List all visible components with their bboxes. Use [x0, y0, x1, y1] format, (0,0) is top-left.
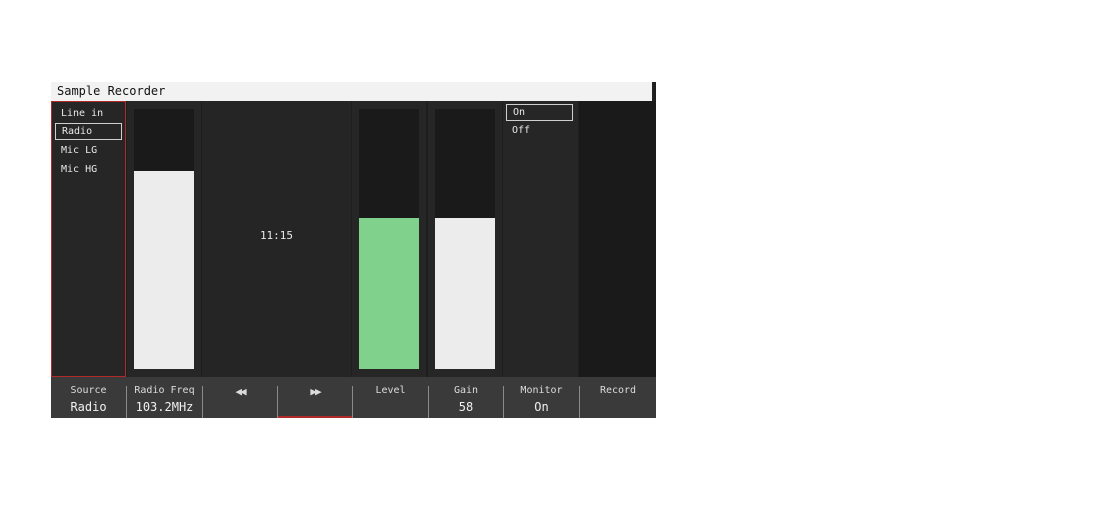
- gain-slider[interactable]: [435, 109, 495, 369]
- fast-forward-icon: ▶▶: [310, 385, 321, 398]
- level-button-value: [353, 400, 428, 414]
- source-option-line-in[interactable]: Line in: [55, 105, 122, 122]
- gain-slider-fill: [435, 218, 495, 369]
- record-button-value: [580, 400, 656, 414]
- fast-forward-button[interactable]: ▶▶: [278, 377, 352, 418]
- level-button[interactable]: Level: [353, 377, 428, 418]
- active-indicator: [278, 416, 352, 418]
- gain-button-value: 58: [458, 400, 474, 414]
- level-button-label: Level: [375, 385, 406, 396]
- monitor-option-on[interactable]: On: [506, 104, 573, 121]
- level-meter-fill: [359, 218, 419, 369]
- monitor-button-label: Monitor: [520, 385, 563, 396]
- rewind-icon: ◀◀: [235, 385, 246, 398]
- gain-button-label: Gain: [453, 385, 479, 396]
- record-button-label: Record: [599, 385, 637, 396]
- radio-freq-slider-fill: [134, 171, 194, 369]
- radio-freq-panel: [127, 101, 201, 377]
- bottom-toolbar: Source Radio Radio Freq 103.2MHz ◀◀ ▶▶ L…: [51, 377, 656, 418]
- recorder-window: Sample Recorder Line in Radio Mic LG Mic…: [51, 82, 656, 418]
- monitor-button-value: On: [534, 400, 549, 414]
- gain-panel: [428, 101, 502, 377]
- time-display: 11:15: [259, 229, 294, 242]
- radio-freq-button-label: Radio Freq: [134, 385, 195, 396]
- monitor-option-off[interactable]: Off: [506, 122, 573, 139]
- source-option-mic-hg[interactable]: Mic HG: [55, 161, 122, 178]
- time-panel: 11:15: [202, 101, 351, 377]
- radio-freq-button-value: 103.2MHz: [135, 400, 194, 414]
- monitor-button[interactable]: Monitor On: [504, 377, 579, 418]
- radio-freq-slider[interactable]: [134, 109, 194, 369]
- source-list-panel: Line in Radio Mic LG Mic HG: [51, 101, 126, 377]
- source-button-label: Source: [70, 385, 107, 396]
- monitor-list-panel: On Off: [503, 101, 578, 377]
- source-button-value: Radio: [70, 400, 107, 414]
- radio-freq-button[interactable]: Radio Freq 103.2MHz: [127, 377, 202, 418]
- rewind-button[interactable]: ◀◀: [203, 377, 277, 418]
- record-button[interactable]: Record: [580, 377, 656, 418]
- window-title: Sample Recorder: [51, 82, 654, 101]
- source-option-radio[interactable]: Radio: [55, 123, 122, 140]
- empty-panel: [579, 101, 656, 377]
- source-button[interactable]: Source Radio: [51, 377, 126, 418]
- source-option-mic-lg[interactable]: Mic LG: [55, 142, 122, 159]
- level-panel: [352, 101, 426, 377]
- gain-button[interactable]: Gain 58: [429, 377, 503, 418]
- level-meter[interactable]: [359, 109, 419, 369]
